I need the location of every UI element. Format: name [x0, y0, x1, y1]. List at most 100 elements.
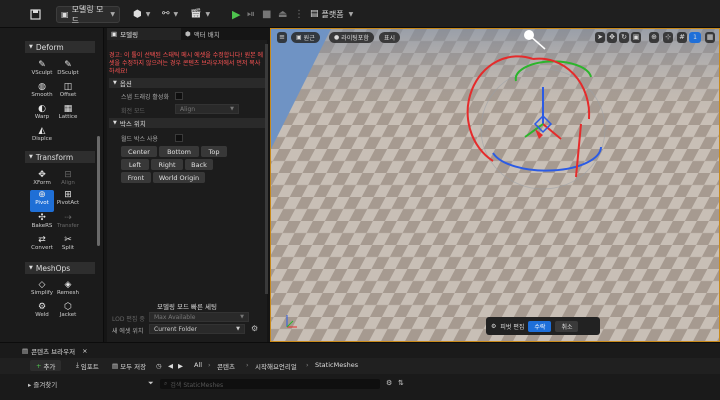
chevron-down-icon: ▼: [29, 154, 33, 160]
stop-button[interactable]: ■: [262, 6, 271, 22]
save-icon[interactable]: [30, 6, 41, 22]
panel-scrollbar[interactable]: [265, 44, 268, 294]
tab-place-actors[interactable]: ⬢ 액터 배치: [181, 28, 267, 40]
palette-scrollbar[interactable]: [97, 136, 100, 246]
tool-vsculpt-label: VSculpt: [31, 70, 53, 76]
translate-tool-icon[interactable]: ✥: [607, 32, 617, 43]
tool-dsculpt[interactable]: ✎ DSculpt: [56, 60, 80, 82]
select-tool-icon[interactable]: ➤: [595, 32, 605, 43]
tool-simplify[interactable]: ◇ Simplify: [30, 280, 54, 302]
new-asset-location-dropdown[interactable]: Current Folder ▼: [149, 324, 245, 334]
camera-speed-button[interactable]: 1: [689, 32, 701, 43]
center-button[interactable]: Center: [121, 146, 157, 157]
surface-snap-icon[interactable]: ⊹: [663, 32, 673, 43]
tool-transfer[interactable]: ⇢ Transfer: [56, 213, 80, 235]
save-icon: ▤: [112, 361, 119, 370]
world-box-checkbox[interactable]: [175, 134, 183, 142]
history-icon[interactable]: ◷: [156, 360, 162, 371]
search-input[interactable]: ⌕ 검색 StaticMeshes: [160, 379, 380, 389]
scale-tool-icon[interactable]: ▣: [631, 32, 641, 43]
tool-pivotact[interactable]: ⊞ PivotAct: [56, 190, 80, 212]
left-button[interactable]: Left: [121, 159, 149, 170]
tool-xform[interactable]: ✥ XForm: [30, 170, 54, 192]
new-asset-location-value: Current Folder: [154, 325, 197, 333]
lit-button[interactable]: ● 라이팅포함: [329, 32, 374, 43]
weld-icon: ⚙: [37, 302, 47, 312]
breadcrumb-all[interactable]: All: [194, 361, 202, 369]
eject-icon: ⏏: [278, 8, 288, 20]
cinematics-button[interactable]: 🎬︎ ▼: [190, 6, 210, 22]
grid-snap-icon[interactable]: #: [677, 32, 687, 43]
blueprint-button[interactable]: ⚯ ▼: [162, 6, 178, 22]
play-options-button[interactable]: ⋮: [294, 6, 304, 22]
breadcrumb-staticmeshes[interactable]: StaticMeshes: [315, 361, 358, 369]
forward-arrow-icon[interactable]: ▶: [178, 360, 183, 371]
rotate-tool-icon[interactable]: ↻: [619, 32, 629, 43]
filter-icon[interactable]: ⏷: [148, 379, 154, 388]
tab-content-browser[interactable]: ▤ 콘텐츠 브라우저 ×: [22, 345, 102, 357]
world-local-icon[interactable]: ⊕: [649, 32, 659, 43]
search-placeholder: 검색 StaticMeshes: [170, 381, 224, 389]
section-meshops[interactable]: ▼ MeshOps: [25, 262, 95, 274]
gear-icon[interactable]: ⚙: [251, 324, 258, 333]
tool-bakers[interactable]: ✣ BakeRS: [30, 213, 54, 235]
show-button[interactable]: 표시: [379, 32, 401, 43]
snap-drag-checkbox[interactable]: [175, 92, 183, 100]
close-icon[interactable]: ×: [82, 347, 87, 355]
world-origin-button[interactable]: World Origin: [153, 172, 205, 183]
smooth-icon: ◍: [38, 82, 46, 92]
sort-icon[interactable]: ⇅: [398, 379, 404, 387]
viewport-menu-button[interactable]: ≡: [277, 32, 287, 43]
chevron-right-icon: ▸: [28, 381, 32, 389]
cancel-button[interactable]: 취소: [555, 320, 579, 332]
tool-smooth[interactable]: ◍ Smooth: [30, 82, 54, 104]
import-button[interactable]: ⤓ 임포트: [76, 360, 99, 371]
mode-select[interactable]: ▣ 모델링 모드 ▼: [56, 4, 120, 25]
lod-dropdown[interactable]: Max Available ▼: [149, 312, 249, 322]
tool-lattice[interactable]: ▦ Lattice: [56, 104, 80, 126]
add-actor-button[interactable]: ⬢ ▼: [133, 6, 150, 22]
move-icon: ✥: [38, 170, 46, 180]
tool-pivot[interactable]: ⊕ Pivot: [30, 190, 54, 212]
mode-label: 모델링 모드: [71, 4, 104, 25]
back-arrow-icon[interactable]: ◀: [168, 360, 173, 371]
tool-weld[interactable]: ⚙ Weld: [30, 302, 54, 324]
eject-button[interactable]: ⏏: [278, 6, 287, 22]
tool-split[interactable]: ✂ Split: [56, 235, 80, 257]
front-button[interactable]: Front: [121, 172, 151, 183]
save-all-button[interactable]: ▤ 모두 저장: [112, 360, 146, 371]
accept-button[interactable]: 수락: [528, 320, 552, 332]
back-button[interactable]: Back: [185, 159, 213, 170]
tool-remesh[interactable]: ◈ Remesh: [56, 280, 80, 302]
options-category[interactable]: ▼ 옵션: [109, 78, 265, 88]
add-button[interactable]: + 추가: [30, 360, 62, 371]
step-button[interactable]: ⏯: [247, 6, 255, 22]
perspective-icon: ▣: [296, 34, 302, 41]
top-button[interactable]: Top: [201, 146, 227, 157]
bottom-button[interactable]: Bottom: [159, 146, 199, 157]
tool-jacket[interactable]: ⬡ Jacket: [56, 302, 80, 324]
settings-icon[interactable]: ⚙: [386, 379, 392, 387]
tool-warp[interactable]: ◐ Warp: [30, 104, 54, 126]
tool-offset[interactable]: ◫ Offset: [56, 82, 80, 104]
chevron-down-icon: ▼: [29, 44, 33, 50]
section-deform[interactable]: ▼ Deform: [25, 41, 95, 53]
level-viewport[interactable]: ≡ ▣ 원근 ● 라이팅포함 표시 ➤ ✥ ↻ ▣ ⊕ ⊹ # 1 ▦ ⚙ 피벗…: [270, 28, 720, 342]
tool-convert-label: Convert: [31, 245, 53, 251]
tab-modeling[interactable]: ▣ 모델링: [107, 28, 181, 40]
maximize-icon[interactable]: ▦: [705, 32, 715, 43]
favorites-header[interactable]: ▸ 즐겨찾기: [28, 379, 57, 389]
section-transform[interactable]: ▼ Transform: [25, 151, 95, 163]
breadcrumb-folder[interactable]: 시작해요언리얼: [255, 361, 297, 371]
breadcrumb-content[interactable]: 콘텐츠: [217, 361, 235, 371]
rotation-mode-dropdown[interactable]: Align ▼: [175, 104, 239, 114]
perspective-button[interactable]: ▣ 원근: [291, 32, 320, 43]
tool-align[interactable]: ⊟ Align: [56, 170, 80, 192]
tool-convert[interactable]: ⇄ Convert: [30, 235, 54, 257]
right-button[interactable]: Right: [151, 159, 183, 170]
tool-vsculpt[interactable]: ✎ VSculpt: [30, 60, 54, 82]
box-position-category[interactable]: ▼ 박스 위치: [109, 118, 265, 128]
tool-displace[interactable]: ◭ Displce: [30, 126, 54, 148]
platforms-button[interactable]: ▤ 플랫폼 ▼: [310, 6, 353, 22]
play-button[interactable]: ▶: [232, 6, 240, 22]
